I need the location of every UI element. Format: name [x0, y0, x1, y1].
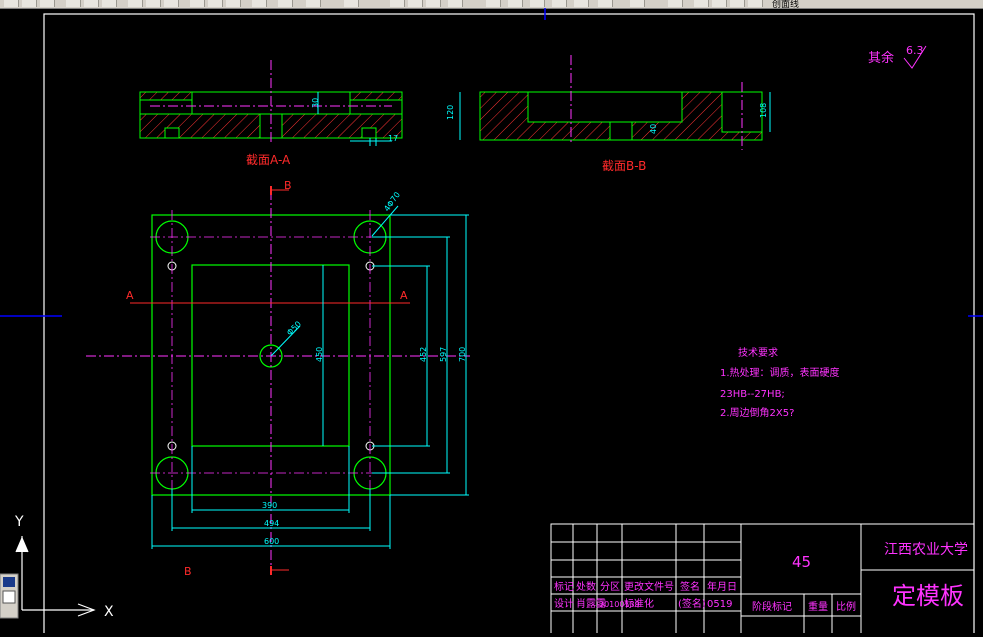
help-icon[interactable]: [630, 0, 645, 7]
tech-requirements-line3: 2.周边倒角2X5?: [720, 407, 794, 419]
dim-hole-dia: 4Φ70: [382, 190, 402, 213]
undo-icon[interactable]: [306, 0, 321, 7]
pan-icon[interactable]: [390, 0, 405, 7]
dim-mid-h: 452: [419, 347, 428, 362]
tb-header-6: 年月日: [707, 580, 737, 593]
zoom-window-icon[interactable]: [208, 0, 223, 7]
tb-scale-label: 比例: [836, 600, 856, 613]
cut-marker-a-left: A: [126, 289, 134, 302]
properties-icon[interactable]: [508, 0, 523, 7]
section-b-b-view: [459, 55, 771, 150]
tb-part-name: 定模板: [892, 582, 964, 610]
palette-model-icon[interactable]: [2, 590, 16, 604]
dim-w-mid: 494: [264, 519, 279, 528]
layer-on-icon[interactable]: [694, 0, 709, 7]
tb-row2-5: (签名): [678, 597, 706, 610]
open-file-icon[interactable]: [22, 0, 37, 7]
surface-finish-value: 6.3: [906, 44, 924, 57]
tb-row2-4: 标准化: [624, 597, 654, 610]
ucs-icon: [15, 536, 96, 617]
dim-outer-v: 597: [439, 347, 448, 362]
surface-finish-label: 其余: [868, 50, 894, 66]
title-block: [550, 523, 975, 637]
cad-drawing[interactable]: 30 17 截面A-A 120 108 40 截面B-B 其余 6.3 B B …: [0, 8, 983, 637]
block-editor-icon[interactable]: [278, 0, 293, 7]
section-aa-label: 截面A-A: [246, 153, 291, 167]
plan-view: [86, 186, 470, 575]
dim-total-h: 700: [458, 347, 467, 362]
zoom-in-icon[interactable]: [426, 0, 441, 7]
cut-icon[interactable]: [128, 0, 143, 7]
save-icon[interactable]: [40, 0, 55, 7]
redo-icon[interactable]: [344, 0, 359, 7]
text-style-icon[interactable]: [486, 0, 501, 7]
tb-row2-1: 设计: [554, 597, 574, 610]
dim-bb-slot: 40: [649, 124, 658, 134]
tech-requirements-line2: 23HB--27HB;: [720, 389, 785, 400]
section-a-a-view: [139, 60, 403, 146]
ucs-y-label: Y: [14, 514, 24, 530]
paste-icon[interactable]: [164, 0, 179, 7]
tb-row2-6: 0519: [707, 599, 732, 610]
layer-freeze-icon[interactable]: [712, 0, 727, 7]
zoom-previous-icon[interactable]: [226, 0, 241, 7]
layer-lock-icon[interactable]: [730, 0, 745, 7]
palette-close-icon[interactable]: [3, 577, 15, 587]
plot-preview-icon[interactable]: [84, 0, 99, 7]
dim-w-total: 600: [264, 537, 279, 546]
copy-icon[interactable]: [146, 0, 161, 7]
dim-aa-small: 17: [388, 134, 398, 143]
dim-center-dia: Φ50: [285, 319, 303, 337]
zoom-out-icon[interactable]: [448, 0, 463, 7]
cut-marker-b-bottom: B: [184, 565, 192, 578]
ucs-x-label: X: [104, 604, 114, 620]
zoom-icon[interactable]: [408, 0, 423, 7]
dim-bb-right: 108: [759, 103, 768, 118]
tb-header-5: 签名: [680, 580, 700, 593]
dim-inner-h: 450: [315, 347, 324, 362]
dim-w-inner: 390: [262, 501, 277, 510]
publish-icon[interactable]: [102, 0, 117, 7]
match-properties-icon[interactable]: [252, 0, 267, 7]
tool-palettes-icon[interactable]: [552, 0, 567, 7]
tb-stage-label: 阶段标记: [752, 600, 792, 613]
tb-header-4: 更改文件号: [624, 580, 674, 593]
cut-marker-b-top: B: [284, 179, 292, 192]
zoom-realtime-icon[interactable]: [190, 0, 205, 7]
cut-marker-a-right: A: [400, 289, 408, 302]
table-icon[interactable]: [598, 0, 613, 7]
design-center-icon[interactable]: [530, 0, 545, 7]
layer-manager-icon[interactable]: [668, 0, 683, 7]
tb-weight-label: 重量: [808, 600, 828, 613]
tb-school: 江西农业大学: [884, 542, 968, 558]
sheet-set-icon[interactable]: [574, 0, 589, 7]
new-file-icon[interactable]: [4, 0, 19, 7]
tb-header-3: 分区: [600, 581, 620, 593]
tech-requirements-title: 技术要求: [738, 346, 778, 359]
dim-bb-left: 120: [446, 105, 455, 120]
print-icon[interactable]: [66, 0, 81, 7]
drawing-canvas[interactable]: 30 17 截面A-A 120 108 40 截面B-B 其余 6.3 B B …: [0, 8, 983, 637]
tb-header-1: 标记: [554, 581, 574, 593]
tb-material: 45: [792, 553, 811, 571]
section-bb-label: 截面B-B: [602, 159, 646, 173]
tb-header-2: 处数: [576, 580, 596, 593]
layer-color-icon[interactable]: [748, 0, 763, 7]
tech-requirements-line1: 1.热处理：调质，表面硬度: [720, 366, 840, 379]
dim-aa-depth: 30: [311, 98, 320, 108]
